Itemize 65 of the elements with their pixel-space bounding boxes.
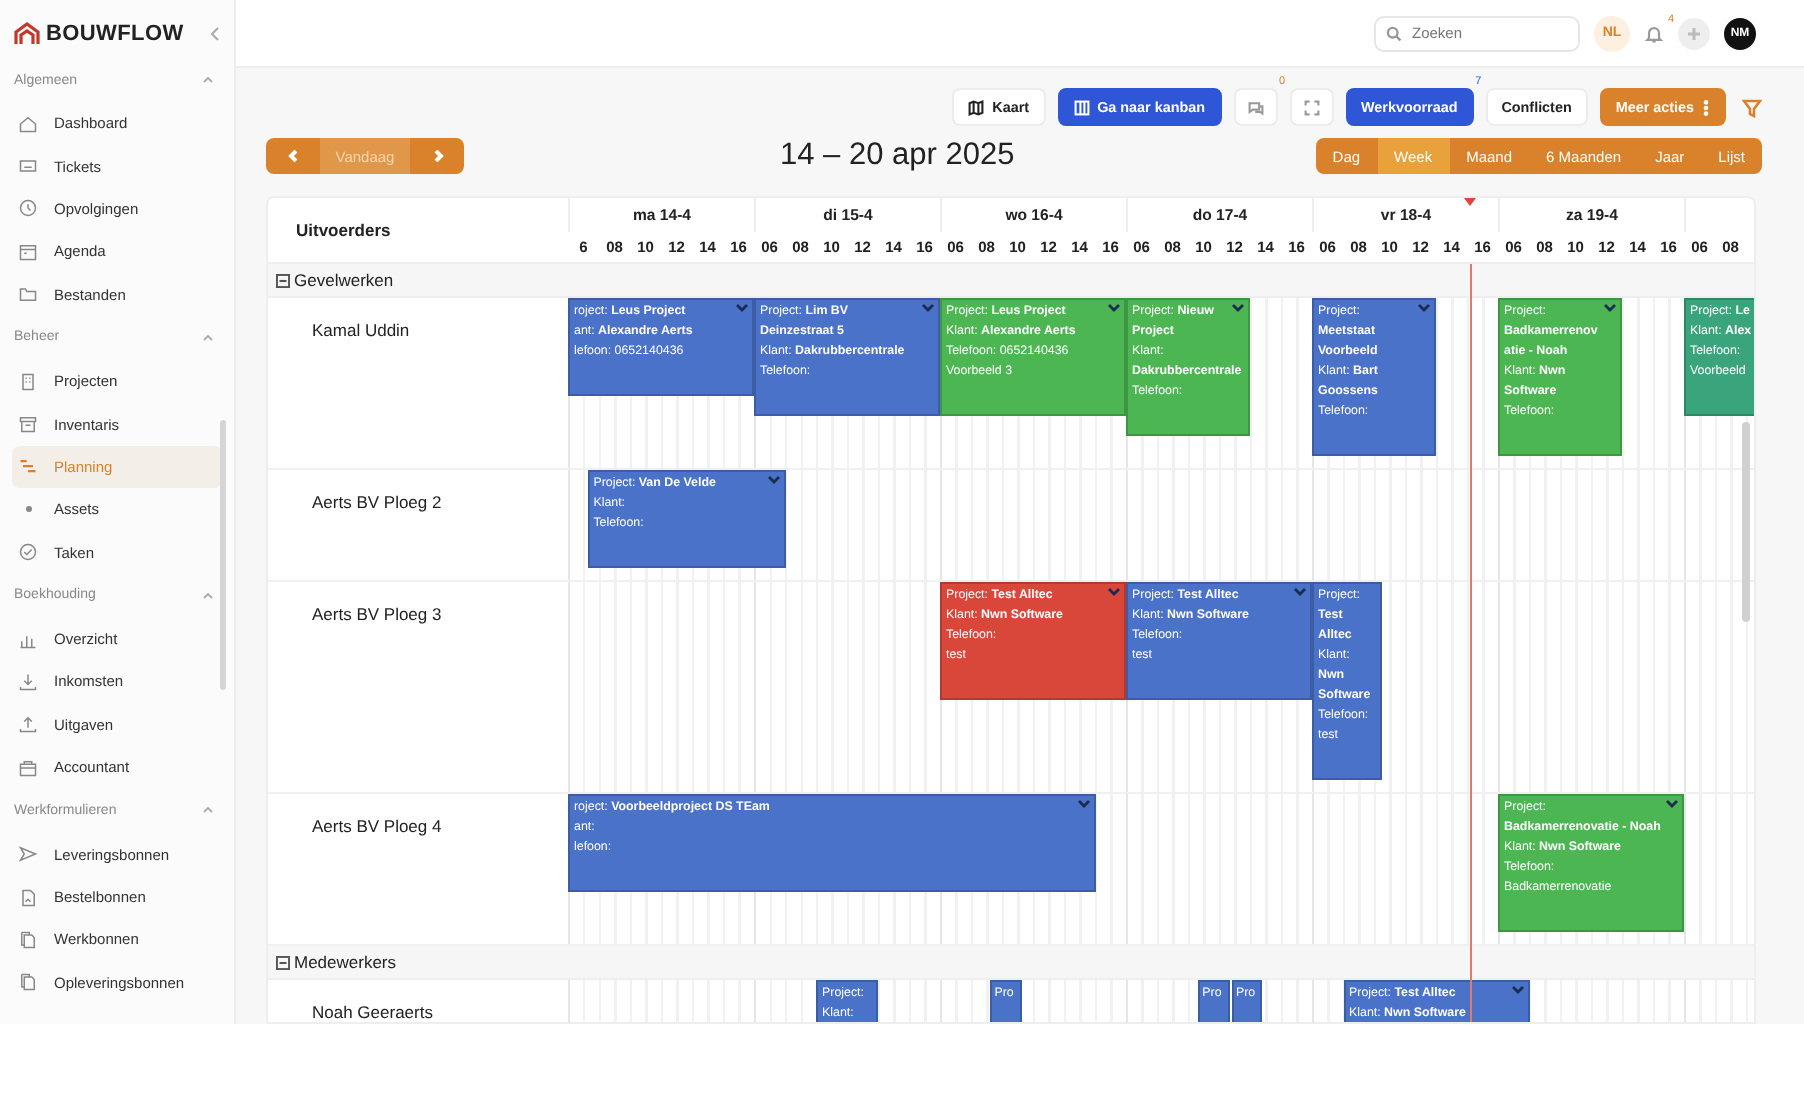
caret-icon[interactable] bbox=[1666, 800, 1678, 808]
search-icon bbox=[1386, 25, 1402, 41]
chevron-left-icon bbox=[287, 150, 299, 162]
chevron-up-icon bbox=[202, 333, 214, 342]
expand-icon bbox=[1303, 99, 1319, 115]
caret-icon[interactable] bbox=[1108, 588, 1120, 596]
scrollbar[interactable] bbox=[220, 420, 226, 690]
plus-icon bbox=[1686, 25, 1702, 41]
check-circle-icon bbox=[18, 542, 38, 563]
upload-icon bbox=[18, 714, 38, 735]
archive-icon bbox=[18, 414, 38, 435]
ticket-icon bbox=[18, 156, 38, 177]
bell-icon[interactable] bbox=[1644, 23, 1664, 43]
clock-icon bbox=[18, 198, 38, 219]
caret-icon[interactable] bbox=[1077, 800, 1089, 808]
caret-icon[interactable] bbox=[1232, 304, 1244, 312]
group-header[interactable]: Medewerkers bbox=[268, 946, 1754, 980]
scrollbar[interactable] bbox=[1742, 422, 1750, 622]
send-icon bbox=[18, 844, 38, 865]
kebab-icon bbox=[1702, 99, 1710, 115]
documents-icon bbox=[18, 929, 38, 950]
collapse-icon bbox=[276, 955, 290, 969]
collapse-icon bbox=[276, 273, 290, 287]
now-marker-icon bbox=[1464, 198, 1477, 206]
collapse-icon[interactable] bbox=[209, 26, 220, 42]
bullet-icon bbox=[25, 506, 31, 513]
resource-name: Noah Geeraerts bbox=[312, 1002, 433, 1022]
resource-name: Kamal Uddin bbox=[312, 320, 410, 340]
document-icon bbox=[18, 887, 38, 908]
columns-icon bbox=[1073, 99, 1090, 115]
chevron-right-icon bbox=[431, 150, 443, 162]
logo-icon bbox=[14, 22, 40, 46]
map-icon bbox=[968, 99, 985, 115]
documents-icon bbox=[18, 972, 38, 993]
fullscreen-button[interactable] bbox=[1289, 88, 1333, 126]
gantt-icon bbox=[18, 456, 38, 477]
chevron-up-icon bbox=[202, 76, 214, 84]
chevron-up-icon bbox=[202, 591, 214, 600]
calendar-icon bbox=[18, 241, 38, 262]
previous-button[interactable] bbox=[266, 138, 320, 174]
caret-icon[interactable] bbox=[1511, 986, 1523, 994]
caret-icon[interactable] bbox=[736, 304, 748, 312]
chat-icon bbox=[1247, 99, 1263, 115]
next-button[interactable] bbox=[410, 138, 464, 174]
briefcase-icon bbox=[18, 757, 38, 778]
chevron-up-icon bbox=[202, 806, 214, 815]
add-button[interactable] bbox=[1678, 17, 1710, 49]
caret-icon[interactable] bbox=[922, 304, 934, 312]
caret-icon[interactable] bbox=[1418, 304, 1430, 312]
column-header: Uitvoerders bbox=[294, 218, 393, 244]
resource-name: Aerts BV Ploeg 4 bbox=[312, 816, 442, 836]
download-icon bbox=[18, 671, 38, 692]
caret-icon[interactable] bbox=[1108, 304, 1120, 312]
caret-icon[interactable] bbox=[767, 476, 779, 484]
brand-name: BOUWFLOW bbox=[46, 22, 184, 46]
resource-name: Aerts BV Ploeg 2 bbox=[312, 492, 442, 512]
date-range-title: 14 – 20 apr 2025 bbox=[778, 138, 1015, 174]
folder-icon bbox=[18, 284, 38, 305]
home-icon bbox=[18, 113, 38, 134]
resource-name: Aerts BV Ploeg 3 bbox=[312, 604, 442, 624]
caret-icon[interactable] bbox=[1604, 304, 1616, 312]
group-header[interactable]: Gevelwerken bbox=[268, 264, 1754, 298]
caret-icon[interactable] bbox=[1294, 588, 1306, 596]
building-icon bbox=[18, 371, 38, 392]
filter-icon[interactable] bbox=[1742, 97, 1762, 117]
